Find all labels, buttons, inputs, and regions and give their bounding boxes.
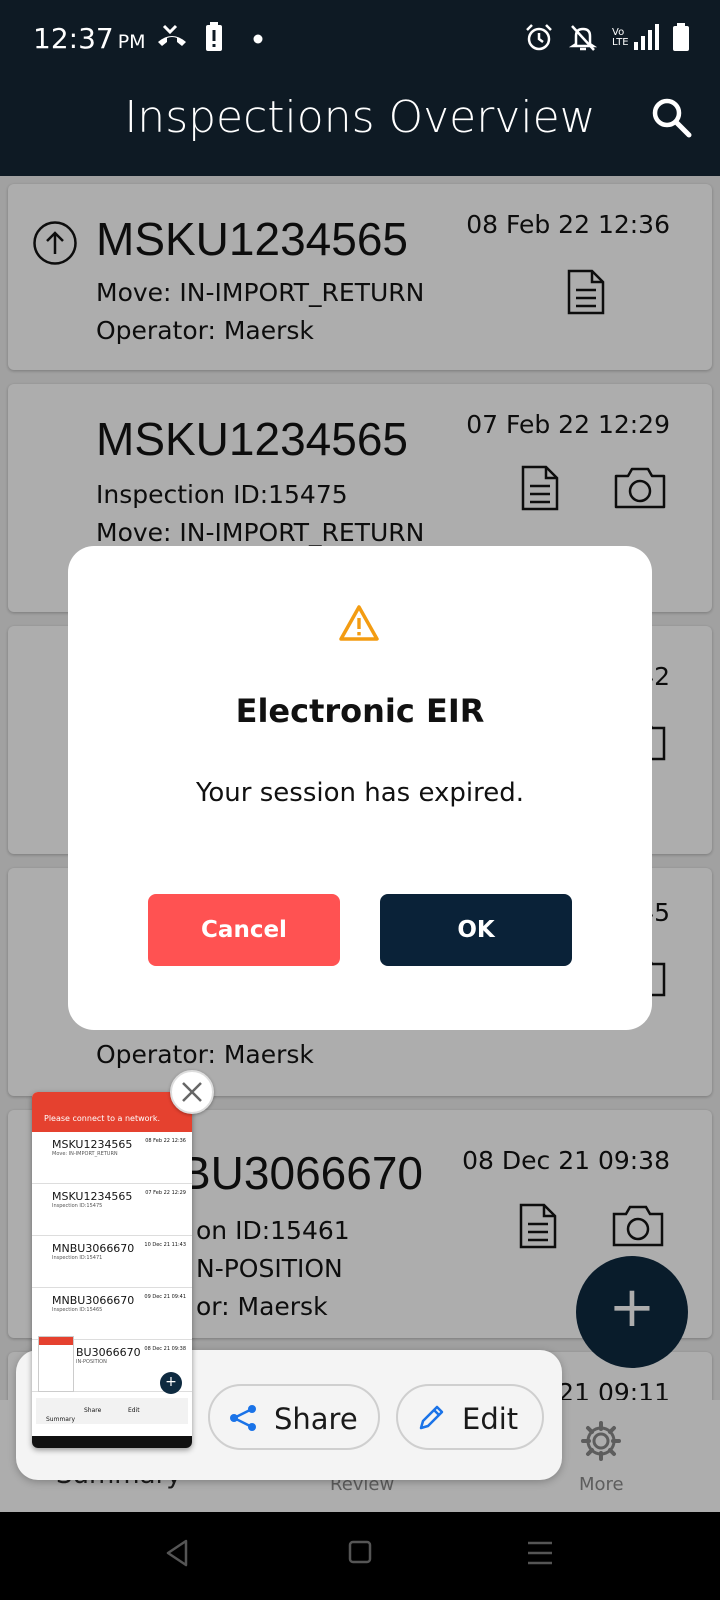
thumb-nested-preview <box>38 1336 74 1392</box>
share-label: Share <box>274 1402 358 1436</box>
status-bar: 12:37 PM Vo LTE <box>0 0 720 66</box>
share-icon <box>230 1405 256 1431</box>
app-bar: Inspections Overview <box>0 66 720 176</box>
thumb-fab: + <box>160 1372 182 1394</box>
battery-alert-icon <box>206 22 222 51</box>
thumb-action-bar: Share Edit Summary <box>36 1398 188 1424</box>
home-icon[interactable] <box>346 1538 374 1568</box>
session-expired-dialog: Electronic EIR Your session has expired.… <box>68 546 652 1030</box>
cancel-button[interactable]: Cancel <box>148 894 340 966</box>
ok-button[interactable]: OK <box>380 894 572 966</box>
list-item: MNBU3066670 Inspection ID:15465 09 Dec 2… <box>32 1288 192 1340</box>
share-button[interactable]: Share <box>208 1384 380 1450</box>
thumb-banner: Please connect to a network. <box>32 1106 192 1132</box>
warning-icon <box>339 605 379 641</box>
dialog-title: Electronic EIR <box>235 692 485 730</box>
battery-icon <box>673 23 689 51</box>
notifications-off-icon <box>568 25 598 51</box>
volte-indicator: Vo LTE <box>612 27 629 48</box>
status-time: 12:37 PM <box>33 22 146 55</box>
dialog-message: Your session has expired. <box>195 778 525 808</box>
system-nav-bar <box>0 1512 720 1600</box>
list-item: MSKU1234565 Move: IN-IMPORT_RETURN 08 Fe… <box>32 1132 192 1184</box>
search-icon[interactable] <box>650 96 694 140</box>
notification-dot-icon <box>253 34 263 44</box>
edit-button[interactable]: Edit <box>396 1384 544 1450</box>
screenshot-thumbnail[interactable]: Please connect to a network. MSKU1234565… <box>32 1092 192 1448</box>
signal-icon <box>634 24 659 50</box>
back-icon[interactable] <box>164 1538 192 1568</box>
alarm-icon <box>526 24 552 51</box>
thumb-status-bar <box>32 1092 192 1106</box>
missed-call-icon <box>158 24 186 46</box>
list-item: MNBU3066670 Inspection ID:15471 10 Dec 2… <box>32 1236 192 1288</box>
close-thumbnail-button[interactable] <box>170 1070 214 1114</box>
close-icon <box>182 1082 202 1102</box>
pencil-icon <box>419 1405 444 1430</box>
list-item: MSKU1234565 Inspection ID:15475 07 Feb 2… <box>32 1184 192 1236</box>
edit-label: Edit <box>462 1402 519 1436</box>
page-title: Inspections Overview <box>124 92 596 143</box>
thumb-system-nav <box>32 1436 192 1448</box>
recents-icon[interactable] <box>526 1538 554 1568</box>
